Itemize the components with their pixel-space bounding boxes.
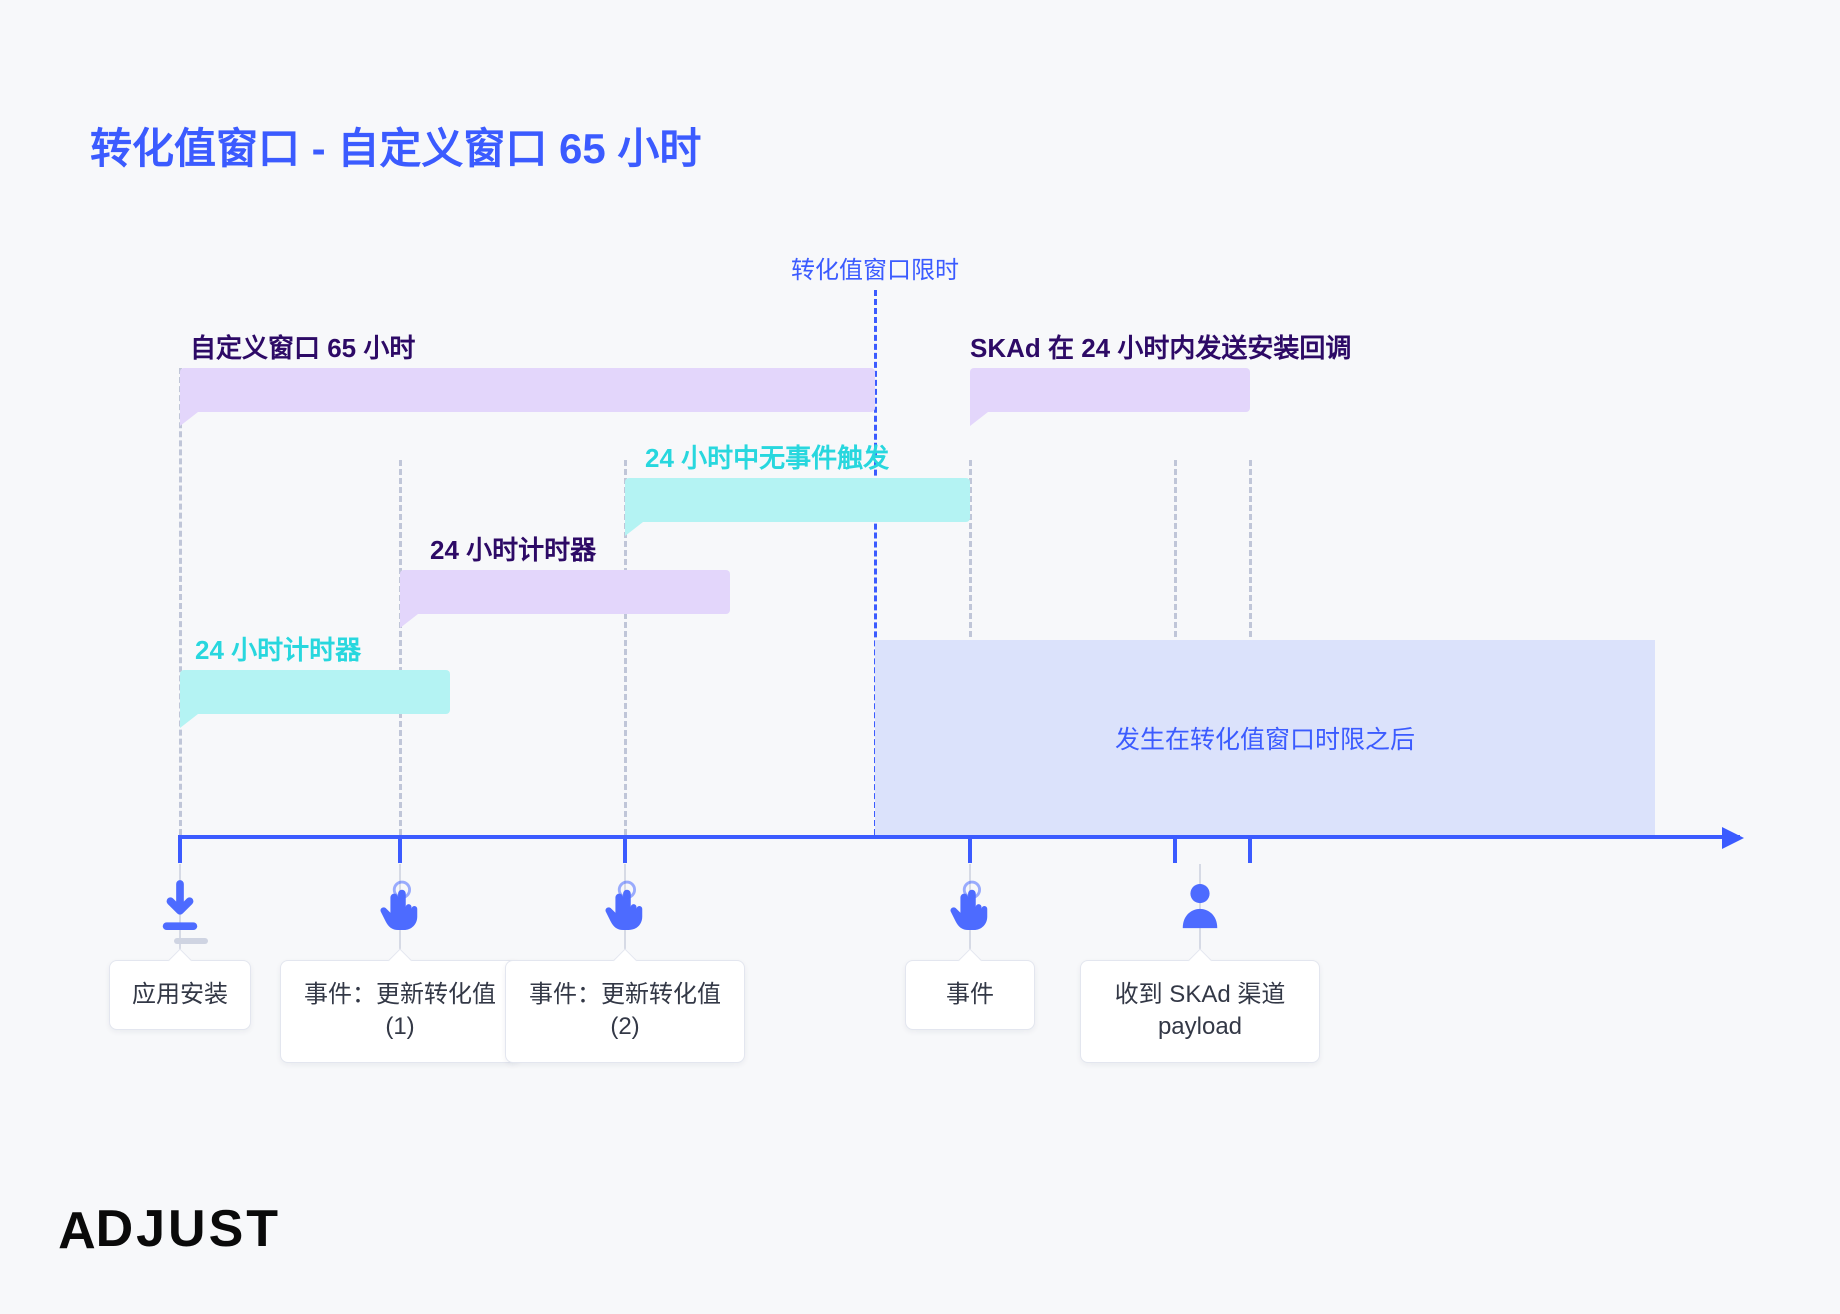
page-title: 转化值窗口 - 自定义窗口 65 小时	[90, 115, 701, 176]
tap-icon	[377, 880, 423, 934]
axis-tick	[1173, 835, 1177, 863]
bar-skad-callback	[970, 368, 1250, 412]
timeline-diagram: 转化值窗口限时 自定义窗口 65 小时SKAd 在 24 小时内发送安装回调24…	[100, 270, 1740, 1020]
bar-label-skad-callback: SKAd 在 24 小时内发送安装回调	[970, 328, 1351, 365]
bar-timer-24h-1	[180, 670, 450, 714]
person-icon	[1177, 880, 1223, 934]
bar-label-timer-24h-1: 24 小时计时器	[195, 630, 361, 667]
after-window-label: 发生在转化值窗口时限之后	[1115, 720, 1415, 756]
event-label: 事件：更新转化值 (1)	[280, 960, 520, 1063]
after-window-box: 发生在转化值窗口时限之后	[875, 640, 1655, 835]
axis-tick	[968, 835, 972, 863]
event-label: 事件	[905, 960, 1035, 1030]
axis-tick	[178, 835, 182, 863]
event-label: 应用安装	[109, 960, 251, 1030]
tap-icon	[602, 880, 648, 934]
guide-line	[399, 460, 402, 835]
bar-timer-24h-2	[400, 570, 730, 614]
install-icon	[157, 880, 203, 934]
bar-no-event-24h	[625, 478, 970, 522]
axis-tick	[398, 835, 402, 863]
limit-label: 转化值窗口限时	[791, 250, 959, 285]
axis-tick	[1248, 835, 1252, 863]
guide-line	[179, 368, 182, 835]
event-label: 收到 SKAd 渠道 payload	[1080, 960, 1320, 1063]
bar-label-timer-24h-2: 24 小时计时器	[430, 530, 596, 567]
brand-logo: ADJUST	[55, 1199, 281, 1259]
brand-logo-text: DJUST	[96, 1200, 281, 1258]
event-label: 事件：更新转化值 (2)	[505, 960, 745, 1063]
bar-custom-window	[180, 368, 875, 412]
bar-label-no-event-24h: 24 小时中无事件触发	[645, 438, 889, 475]
axis-tick	[623, 835, 627, 863]
bar-label-custom-window: 自定义窗口 65 小时	[190, 328, 415, 365]
install-underline	[174, 938, 208, 944]
time-axis	[180, 835, 1740, 839]
tap-icon	[947, 880, 993, 934]
